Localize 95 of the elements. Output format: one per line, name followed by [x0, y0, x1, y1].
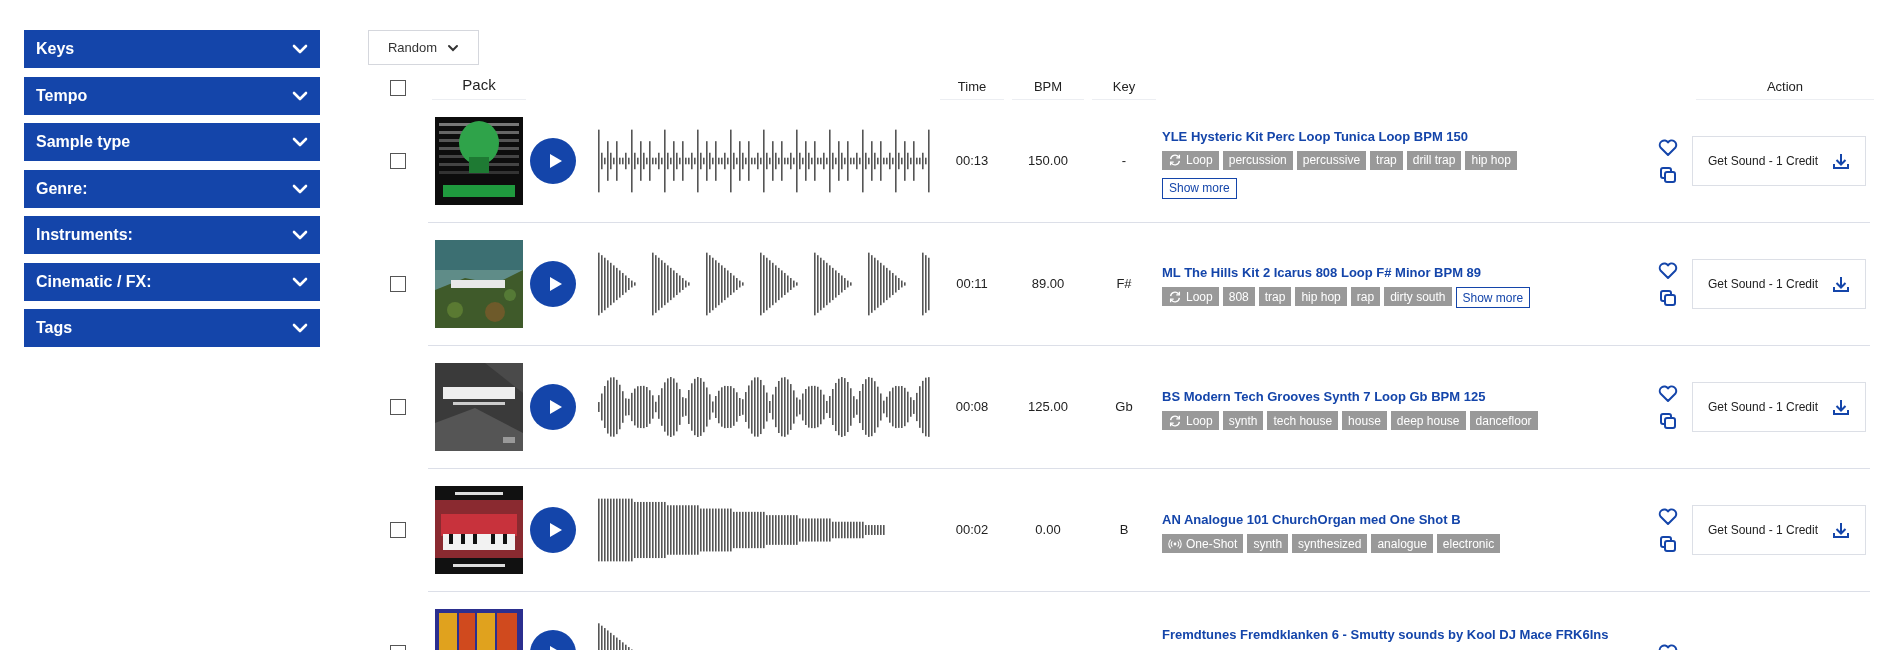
heart-icon[interactable] [1658, 507, 1678, 527]
download-icon [1832, 152, 1851, 170]
row-checkbox[interactable] [390, 153, 406, 169]
column-header: Pack [432, 73, 526, 100]
filter-header[interactable]: Cinematic / FX: [24, 262, 320, 301]
download-icon [1832, 398, 1851, 416]
play-button[interactable] [530, 138, 576, 184]
tag-chip[interactable]: hip hop [1295, 287, 1347, 306]
chevron-down-icon [292, 322, 308, 334]
tag-chip[interactable]: dirty south [1384, 287, 1452, 306]
column-header: Time [940, 76, 1004, 100]
key-text: Gb [1115, 399, 1133, 415]
copy-icon[interactable] [1659, 535, 1677, 553]
tag-chip[interactable]: rap [1350, 287, 1381, 306]
tag-chip[interactable]: percussive [1296, 150, 1367, 170]
get-sound-button[interactable]: Get Sound - 1 Credit [1692, 505, 1866, 555]
key-text: B [1119, 522, 1129, 538]
sample-title-link[interactable]: Fremdtunes Fremdklanken 6 - Smutty sounds by Kool DJ Mace FRK6Ins [1162, 625, 1609, 645]
tag-chip[interactable]: synth [1222, 411, 1264, 430]
filter-header[interactable]: Genre: [24, 169, 320, 208]
heart-icon[interactable] [1658, 138, 1678, 158]
row-checkbox[interactable] [390, 276, 406, 292]
tag-chip[interactable]: hip hop [1465, 150, 1517, 170]
key-text: - [1121, 153, 1127, 169]
show-more-button[interactable]: Show more [1455, 287, 1531, 308]
tag-chip[interactable]: synth [1247, 534, 1289, 553]
show-more-button[interactable]: Show more [1162, 177, 1237, 199]
tag-chip[interactable]: tech house [1267, 411, 1339, 430]
play-button[interactable] [530, 261, 576, 307]
bpm-text: 0.00 [1035, 522, 1061, 538]
column-header: Key [1092, 76, 1156, 100]
tag-chip[interactable]: deep house [1390, 411, 1466, 430]
play-icon [547, 399, 562, 415]
tag-chip[interactable]: Loop [1162, 287, 1219, 306]
heart-icon[interactable] [1658, 384, 1678, 404]
chevron-down-icon [292, 89, 308, 102]
play-icon [547, 153, 562, 169]
sample-title-link[interactable]: ML The Hills Kit 2 Icarus 808 Loop F# Minor BPM 89 [1162, 263, 1482, 283]
filter-header[interactable]: Tempo [24, 76, 320, 115]
download-icon [1832, 521, 1851, 539]
chevron-down-icon [292, 229, 308, 241]
row-checkbox[interactable] [390, 522, 406, 538]
tag-chip[interactable]: One-Shot [1162, 534, 1244, 553]
sample-title-link[interactable]: AN Analogue 101 ChurchOrgan med One Shot B [1162, 510, 1461, 530]
filter-header[interactable]: Sample type [24, 123, 320, 161]
select-all-checkbox[interactable] [390, 80, 406, 96]
tag-chip[interactable]: trap [1370, 150, 1403, 170]
duration-text: 00:13 [955, 153, 989, 169]
column-header: BPM [1012, 76, 1084, 100]
duration-text: 00:08 [955, 399, 989, 415]
duration-text: 00:11 [956, 276, 988, 292]
tag-chip[interactable]: electronic [1436, 534, 1501, 553]
bpm-text: 150.00 [1028, 153, 1068, 169]
bpm-text: 89.00 [1031, 276, 1065, 292]
tag-chip[interactable]: house [1342, 411, 1387, 430]
chevron-down-icon [292, 43, 308, 55]
copy-icon[interactable] [1659, 289, 1677, 307]
caret-icon [447, 42, 460, 53]
loop-icon [1168, 152, 1182, 168]
play-icon [547, 276, 562, 292]
chevron-down-icon [292, 182, 308, 195]
tag-chip[interactable]: analogue [1371, 534, 1433, 553]
chevron-down-icon [292, 136, 308, 148]
tag-chip[interactable]: percussion [1222, 150, 1293, 170]
get-sound-button[interactable]: Get Sound - 1 Credit [1692, 136, 1866, 186]
filter-header[interactable]: Keys [24, 30, 320, 68]
tag-chip[interactable]: dancefloor [1469, 411, 1538, 430]
heart-icon[interactable] [1658, 261, 1678, 281]
tag-chip[interactable]: 808 [1222, 287, 1255, 306]
tag-chip[interactable]: synthesized [1292, 534, 1368, 553]
column-header: Action [1696, 76, 1874, 100]
filter-header[interactable]: Instruments: [24, 216, 320, 254]
sample-title-link[interactable]: YLE Hysteric Kit Perc Loop Tunica Loop BPM 150 [1162, 126, 1469, 146]
bpm-text: 125.00 [1028, 399, 1068, 415]
tag-chip[interactable]: drill trap [1406, 150, 1462, 170]
row-checkbox[interactable] [390, 399, 406, 415]
chevron-down-icon [292, 275, 308, 288]
sort-dropdown[interactable]: Random [368, 30, 479, 65]
play-button[interactable] [530, 507, 576, 553]
loop-icon [1168, 288, 1182, 305]
loop-icon [1168, 412, 1182, 429]
get-sound-button[interactable]: Get Sound - 1 Credit [1692, 382, 1866, 432]
play-icon [547, 522, 562, 538]
filter-header[interactable]: Tags [24, 309, 320, 347]
tag-chip[interactable]: Loop [1162, 150, 1219, 170]
copy-icon[interactable] [1659, 412, 1677, 430]
copy-icon[interactable] [1659, 166, 1677, 184]
tag-chip[interactable]: Loop [1162, 411, 1219, 430]
sample-title-link[interactable]: BS Modern Tech Grooves Synth 7 Loop Gb BPM 125 [1162, 387, 1486, 407]
download-icon [1832, 275, 1851, 293]
tag-chip[interactable]: trap [1258, 287, 1292, 306]
duration-text: 00:02 [955, 522, 989, 538]
play-button[interactable] [530, 384, 576, 430]
key-text: F# [1116, 276, 1132, 292]
get-sound-button[interactable]: Get Sound - 1 Credit [1692, 259, 1866, 309]
